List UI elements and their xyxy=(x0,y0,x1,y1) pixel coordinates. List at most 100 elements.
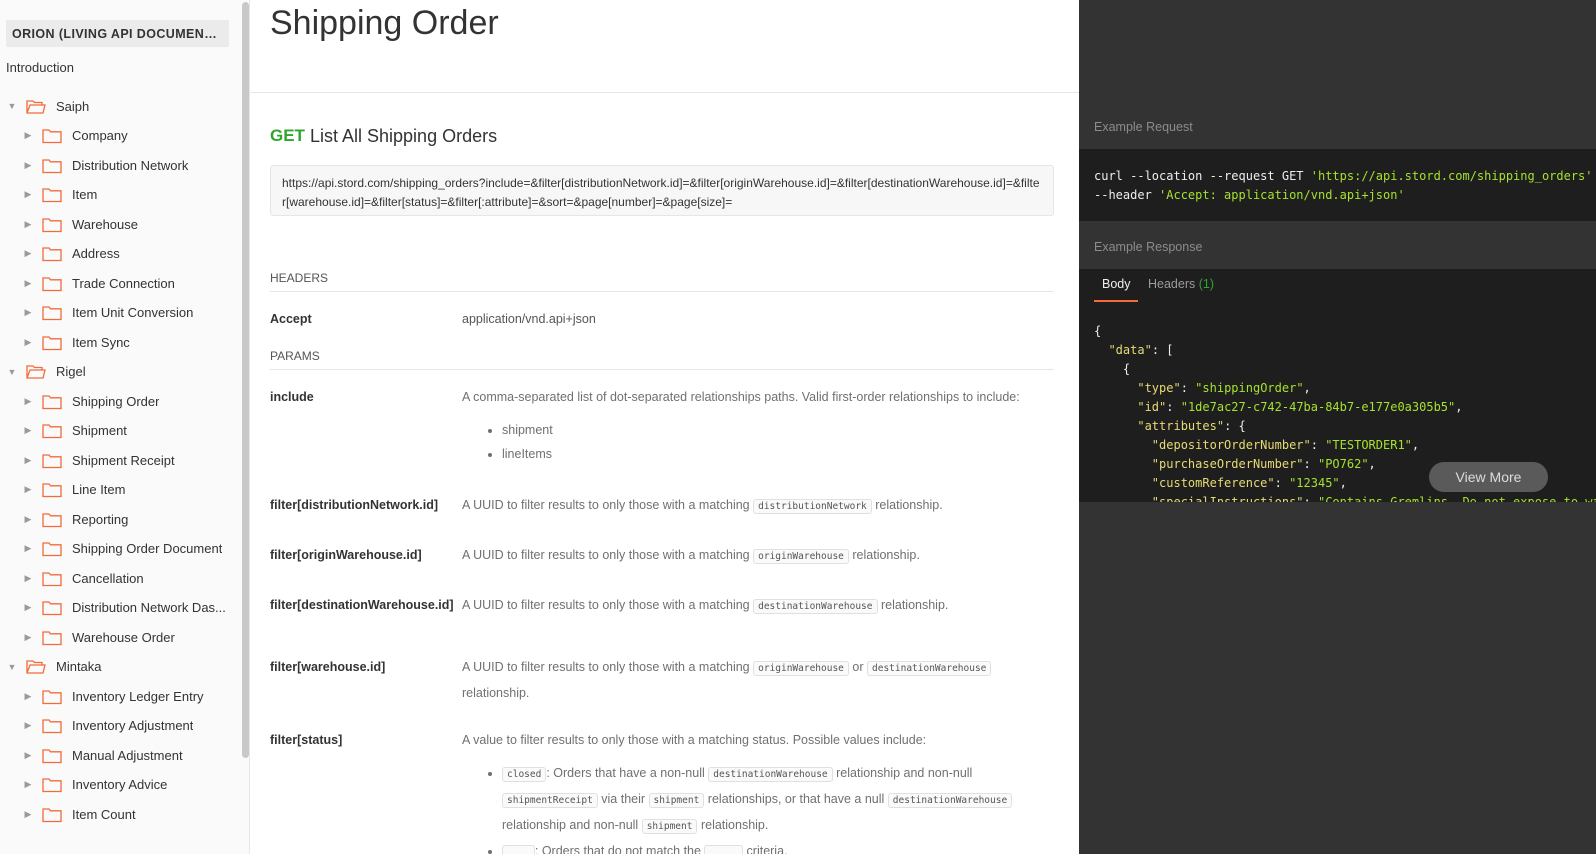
caret-right-icon[interactable]: ▶ xyxy=(22,219,34,230)
caret-right-icon[interactable]: ▶ xyxy=(22,396,34,407)
folder-icon xyxy=(42,335,62,350)
sidebar-item-shipment[interactable]: ▶ Shipment xyxy=(22,417,127,445)
sidebar-item-label: Distribution Network Das... xyxy=(72,600,226,615)
sidebar-item-cancellation[interactable]: ▶ Cancellation xyxy=(22,564,144,592)
param-desc-distribution-network: A UUID to filter results to only those w… xyxy=(462,493,1047,519)
folder-icon xyxy=(42,718,62,734)
param-name-status: filter[status] xyxy=(270,733,343,747)
param-desc-include: A comma-separated list of dot-separated … xyxy=(462,385,1047,466)
folder-icon xyxy=(42,807,62,822)
sidebar-item-label: Item Unit Conversion xyxy=(72,305,194,320)
caret-right-icon[interactable]: ▶ xyxy=(22,278,34,289)
sidebar-folder-saiph[interactable]: ▼ Saiph xyxy=(6,92,90,120)
sidebar-item-trade-connection[interactable]: ▶ Trade Connection xyxy=(22,269,175,297)
request-name: List All Shipping Orders xyxy=(310,126,498,146)
folder-icon xyxy=(42,571,62,586)
caret-right-icon[interactable]: ▶ xyxy=(22,543,34,554)
sidebar-item-warehouse-order[interactable]: ▶ Warehouse Order xyxy=(22,623,175,651)
list-item: closed: Orders that have a non-null dest… xyxy=(502,761,1047,839)
param-desc-text: : Orders that do not match the xyxy=(534,844,701,854)
tab-headers-count: (1) xyxy=(1198,277,1215,291)
caret-right-icon[interactable]: ▶ xyxy=(22,130,34,141)
sidebar-folder-rigel[interactable]: ▼ Rigel xyxy=(6,358,86,386)
caret-right-icon[interactable]: ▶ xyxy=(22,602,34,613)
caret-right-icon[interactable]: ▶ xyxy=(22,484,34,495)
sidebar-item-shipment-receipt[interactable]: ▶ Shipment Receipt xyxy=(22,446,175,474)
caret-right-icon[interactable]: ▶ xyxy=(22,337,34,348)
sidebar-item-item[interactable]: ▶ Item xyxy=(22,181,97,209)
view-more-button[interactable]: View More xyxy=(1429,462,1548,492)
sidebar-item-company[interactable]: ▶ Company xyxy=(22,122,128,150)
sidebar-item-label: Shipment Receipt xyxy=(72,452,175,468)
tab-headers[interactable]: Headers (1) xyxy=(1148,277,1214,291)
collection-title[interactable]: ORION (LIVING API DOCUMENTATI... xyxy=(6,20,229,47)
sidebar-item-inventory-advice[interactable]: ▶ Inventory Advice xyxy=(22,771,167,799)
include-options-list: shipment lineItems xyxy=(462,418,1047,466)
folder-icon xyxy=(42,630,62,645)
sidebar-item-warehouse[interactable]: ▶ Warehouse xyxy=(22,210,138,238)
sidebar-item-inventory-ledger-entry[interactable]: ▶ Inventory Ledger Entry xyxy=(22,682,204,710)
sidebar-item-manual-adjustment[interactable]: ▶ Manual Adjustment xyxy=(22,741,183,769)
caret-right-icon[interactable]: ▶ xyxy=(22,691,34,702)
header-value-accept: application/vnd.api+json xyxy=(462,312,596,326)
inline-code xyxy=(704,845,744,854)
sidebar-folder-label: Rigel xyxy=(56,364,86,379)
sidebar-scrollbar[interactable] xyxy=(242,2,249,758)
caret-right-icon[interactable]: ▶ xyxy=(22,248,34,259)
list-item: : Orders that do not match the criteria. xyxy=(502,839,1047,854)
folder-icon xyxy=(42,217,62,232)
sidebar-item-line-item[interactable]: ▶ Line Item xyxy=(22,476,125,504)
sidebar-item-reporting[interactable]: ▶ Reporting xyxy=(22,505,128,533)
caret-down-icon[interactable]: ▼ xyxy=(6,662,18,672)
sidebar-item-item-unit-conversion[interactable]: ▶ Item Unit Conversion xyxy=(22,299,193,327)
sidebar-folder-label: Mintaka xyxy=(56,659,102,674)
param-name-destination-warehouse: filter[destinationWarehouse.id] xyxy=(270,598,454,612)
caret-down-icon[interactable]: ▼ xyxy=(6,101,18,111)
caret-right-icon[interactable]: ▶ xyxy=(22,307,34,318)
param-desc-text: relationship. xyxy=(700,818,769,832)
sidebar-item-item-count[interactable]: ▶ Item Count xyxy=(22,800,136,828)
caret-right-icon[interactable]: ▶ xyxy=(22,189,34,200)
sidebar-folder-mintaka[interactable]: ▼ Mintaka xyxy=(6,653,102,681)
sidebar-item-label: Item Sync xyxy=(72,334,130,350)
caret-right-icon[interactable]: ▶ xyxy=(22,809,34,820)
folder-open-icon xyxy=(26,99,46,114)
caret-right-icon[interactable]: ▶ xyxy=(22,160,34,171)
sidebar-item-distribution-network[interactable]: ▶ Distribution Network xyxy=(22,151,188,179)
tab-body[interactable]: Body xyxy=(1102,277,1131,291)
inline-code: shipment xyxy=(641,819,698,834)
param-name-warehouse: filter[warehouse.id] xyxy=(270,660,386,674)
example-request-code[interactable]: curl --location --request GET 'https://a… xyxy=(1079,149,1596,221)
caret-right-icon[interactable]: ▶ xyxy=(22,455,34,466)
sidebar-item-shipping-order[interactable]: ▶ Shipping Order xyxy=(22,387,159,415)
param-desc-text: or xyxy=(852,660,864,674)
tab-headers-label: Headers xyxy=(1148,277,1196,291)
caret-right-icon[interactable]: ▶ xyxy=(22,779,34,790)
caret-down-icon[interactable]: ▼ xyxy=(6,367,18,377)
caret-right-icon[interactable]: ▶ xyxy=(22,425,34,436)
caret-right-icon[interactable]: ▶ xyxy=(22,632,34,643)
sidebar-item-label: Warehouse Order xyxy=(72,629,175,645)
sidebar-item-address[interactable]: ▶ Address xyxy=(22,240,120,268)
caret-right-icon[interactable]: ▶ xyxy=(22,750,34,761)
param-desc-warehouse: A UUID to filter results to only those w… xyxy=(462,655,1047,705)
sidebar-item-distribution-network-das[interactable]: ▶ Distribution Network Das... xyxy=(22,594,226,622)
sidebar-item-introduction[interactable]: Introduction xyxy=(6,60,74,75)
inline-code xyxy=(502,845,535,854)
folder-open-icon xyxy=(26,364,46,379)
request-url[interactable]: https://api.stord.com/shipping_orders?in… xyxy=(270,165,1054,216)
sidebar-item-shipping-order-document[interactable]: ▶ Shipping Order Document xyxy=(22,535,222,563)
list-item: shipment xyxy=(502,418,1047,442)
caret-right-icon[interactable]: ▶ xyxy=(22,720,34,731)
sidebar-item-label: Reporting xyxy=(72,511,129,527)
sidebar-item-label: Inventory Adjustment xyxy=(72,718,194,733)
caret-right-icon[interactable]: ▶ xyxy=(22,514,34,525)
http-method-badge: GET xyxy=(270,126,305,145)
folder-icon xyxy=(42,246,62,262)
caret-right-icon[interactable]: ▶ xyxy=(22,573,34,584)
sidebar-item-item-sync[interactable]: ▶ Item Sync xyxy=(22,328,130,356)
example-response-label: Example Response xyxy=(1094,240,1203,254)
param-desc-status: A value to filter results to only those … xyxy=(462,728,1047,854)
sidebar-item-inventory-adjustment[interactable]: ▶ Inventory Adjustment xyxy=(22,712,193,740)
folder-icon xyxy=(42,128,62,144)
